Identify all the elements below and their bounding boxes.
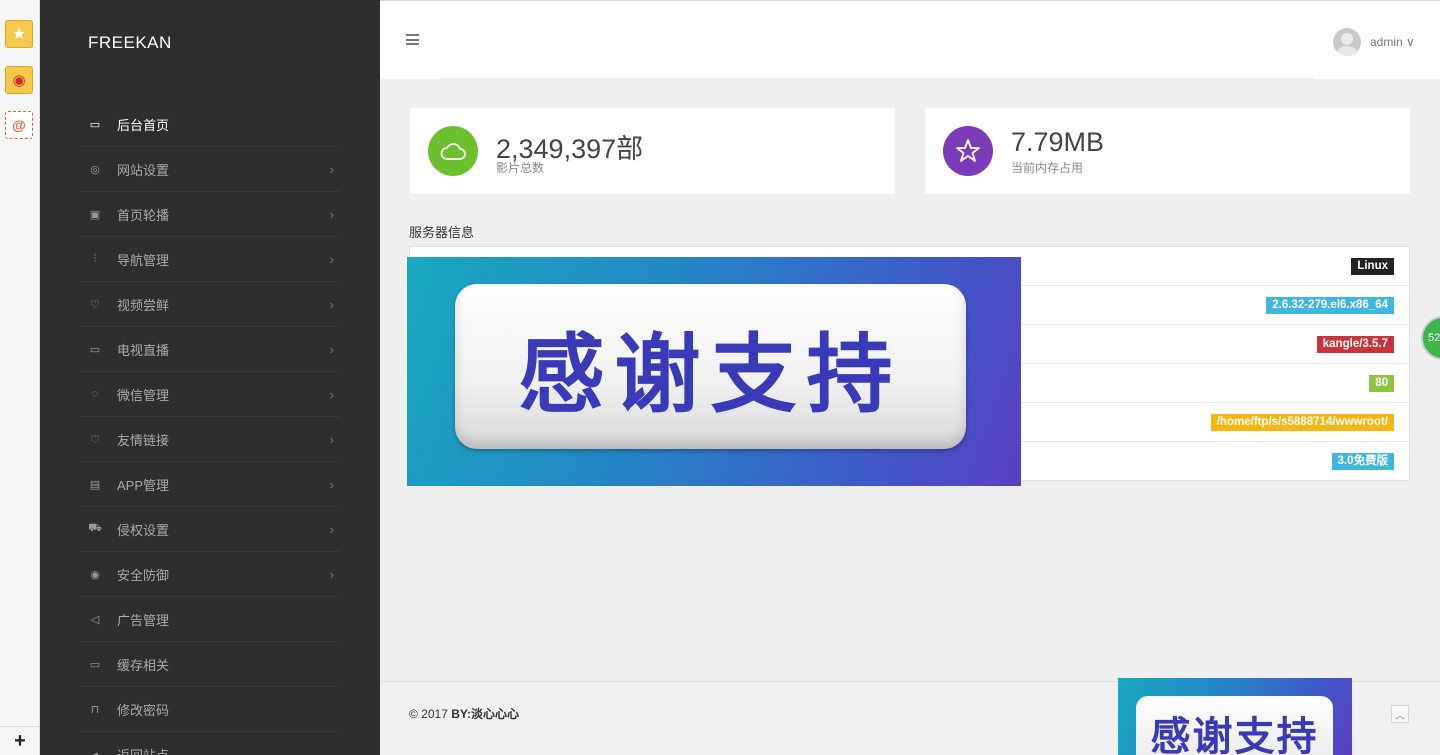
sidebar-item[interactable]: ▣ 首页轮播 › [80, 192, 340, 237]
small-banner-text: 感谢支持 [1150, 714, 1319, 755]
chevron-right-icon: › [329, 476, 334, 492]
chevron-right-icon: › [329, 521, 334, 537]
stat-label: 影片总数 [496, 161, 545, 175]
avatar[interactable] [1333, 28, 1361, 56]
sidebar-item-label: 侵权设置 [117, 522, 170, 538]
sidebar-item-label: APP管理 [117, 477, 170, 493]
sidebar-item[interactable]: ▭ 后台首页 [80, 102, 340, 147]
weibo-icon[interactable]: ◉ [5, 66, 33, 94]
chevron-right-icon: › [329, 431, 334, 447]
sidebar-item-label: 修改密码 [117, 702, 170, 718]
menu-toggle-icon[interactable] [406, 34, 419, 45]
footer-copyright: © 2017 BY:淡心心心 [409, 705, 519, 722]
cloud-icon [428, 126, 478, 176]
floating-badge[interactable]: 52 [1421, 316, 1440, 360]
sliders-icon: ⫶ [93, 252, 97, 265]
server-info-title: 服务器信息 [409, 225, 475, 240]
chevron-up-icon[interactable]: ︿ [1391, 705, 1409, 723]
sidebar-item[interactable]: ⫶ 导航管理 › [80, 237, 340, 282]
heart-icon: ♡ [90, 433, 100, 446]
sidebar-item-label: 安全防御 [117, 567, 170, 583]
chevron-right-icon: › [329, 386, 334, 402]
star-icon [943, 126, 993, 176]
sidebar-item-label: 友情链接 [117, 432, 170, 448]
chat-bubble-icon: ◌ [91, 388, 99, 400]
thanks-banner-ad[interactable]: 感谢支持 [407, 257, 1021, 486]
chevron-right-icon: › [329, 296, 334, 312]
mail-at-icon[interactable]: @ [5, 111, 33, 139]
stat-card-movies: 2,349,397部 影片总数 [410, 108, 895, 194]
megaphone-icon: ◁ [90, 613, 100, 626]
sidebar-item-label: 缓存相关 [117, 657, 170, 673]
small-banner-shape: 感谢支持 [1136, 696, 1333, 755]
status-badge: kangle/3.5.7 [1316, 336, 1394, 353]
sidebar: FREEKAN ▭ 后台首页 ◎ 网站设置 › ▣ 首页轮播 › ⫶ 导航管理 › ♡ 视频尝鲜 › ▭ 电视… [40, 0, 380, 755]
chevron-right-icon: › [329, 566, 334, 582]
status-badge: Linux [1351, 258, 1394, 275]
sidebar-item-label: 视频尝鲜 [117, 297, 170, 313]
sidebar-item[interactable]: ⊓ 修改密码 [80, 687, 340, 732]
sidebar-item[interactable]: ▭ 电视直播 › [80, 327, 340, 372]
monitor-icon: ▭ [89, 118, 101, 131]
thanks-small-ad[interactable]: 感谢支持 [1118, 678, 1352, 755]
footer-author: BY:淡心心心 [451, 707, 519, 721]
status-badge: 80 [1369, 375, 1394, 392]
sidebar-item[interactable]: ♡ 友情链接 › [80, 417, 340, 462]
sidebar-item[interactable]: ◉ 安全防御 › [80, 552, 340, 597]
stat-card-memory: 7.79MB 当前内存占用 [925, 108, 1410, 194]
sidebar-item-label: 广告管理 [117, 612, 170, 628]
sidebar-item[interactable]: ◁ 广告管理 [80, 597, 340, 642]
status-badge: 2.6.32-279.el6.x86_64 [1266, 297, 1394, 314]
brand-logo[interactable]: FREEKAN [88, 33, 172, 53]
sidebar-item-label: 首页轮播 [117, 207, 170, 223]
user-menu[interactable]: admin ∨ [1370, 35, 1415, 49]
sidebar-item[interactable]: ◌ 微信管理 › [80, 372, 340, 417]
sidebar-item[interactable]: ▤ APP管理 › [80, 462, 340, 507]
lock-icon: ⊓ [90, 703, 100, 716]
chevron-right-icon: › [329, 206, 334, 222]
stat-label: 当前内存占用 [1011, 161, 1084, 175]
browser-side-strip: ★ ◉ @ + [0, 0, 40, 755]
sidebar-item-label: 网站设置 [117, 162, 170, 178]
sidebar-item-label: 返回站点 [117, 747, 170, 755]
slides-icon: ▣ [89, 208, 101, 221]
chevron-right-icon: › [329, 341, 334, 357]
status-badge: 3.0免费版 [1331, 453, 1394, 470]
favorites-star-icon[interactable]: ★ [5, 20, 33, 48]
stat-value: 7.79MB [1011, 127, 1105, 157]
sidebar-item[interactable]: ♡ 视频尝鲜 › [80, 282, 340, 327]
top-header: admin ∨ [380, 0, 1440, 79]
store-icon: ▤ [89, 478, 101, 491]
copyright-text: © 2017 [409, 707, 452, 721]
video-camera-icon: ▭ [89, 343, 101, 356]
inbox-icon: ▭ [89, 658, 101, 671]
sidebar-item[interactable]: ⛟ 侵权设置 › [80, 507, 340, 552]
sidebar-item-label: 微信管理 [117, 387, 170, 403]
sidebar-menu: ▭ 后台首页 ◎ 网站设置 › ▣ 首页轮播 › ⫶ 导航管理 › ♡ 视频尝鲜 › ▭ 电视直播 › ◌ 微信管理… [80, 102, 340, 755]
chevron-right-icon: › [329, 251, 334, 267]
status-badge: /home/ftp/s/s5888714/wwwroot/ [1210, 414, 1394, 431]
eye-icon: ◉ [90, 568, 100, 581]
banner-button-shape: 感谢支持 [455, 284, 966, 449]
heart-icon: ♡ [90, 298, 100, 311]
truck-icon: ⛟ [88, 522, 102, 534]
sidebar-item-label: 后台首页 [117, 117, 170, 133]
sidebar-item-label: 导航管理 [117, 252, 170, 268]
sidebar-item-label: 电视直播 [117, 342, 170, 358]
chevron-right-icon: › [329, 161, 334, 177]
banner-text: 感谢支持 [518, 325, 903, 425]
arrow-left-icon: ◂ [92, 748, 98, 755]
sidebar-item[interactable]: ◂ 返回站点 [80, 732, 340, 755]
sidebar-item[interactable]: ◎ 网站设置 › [80, 147, 340, 192]
globe-icon: ◎ [90, 163, 100, 176]
add-plus-icon[interactable]: + [0, 726, 40, 755]
sidebar-item[interactable]: ▭ 缓存相关 [80, 642, 340, 687]
header-divider [440, 78, 1314, 79]
